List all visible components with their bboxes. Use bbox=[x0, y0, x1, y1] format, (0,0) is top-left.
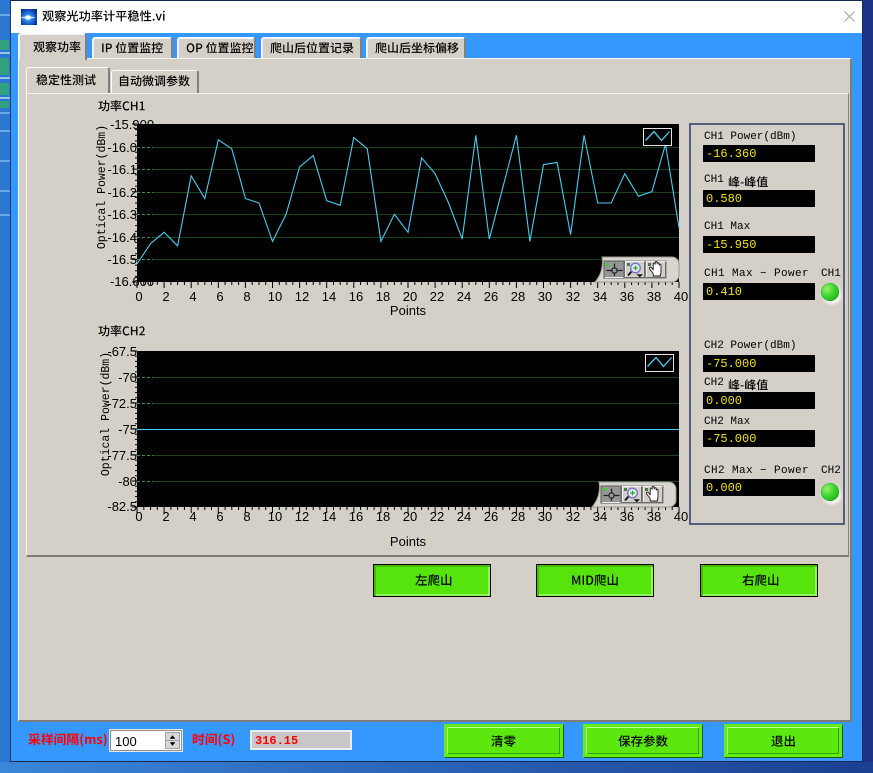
svg-text:6: 6 bbox=[216, 289, 223, 304]
svg-text:30: 30 bbox=[538, 289, 552, 304]
svg-text:34: 34 bbox=[593, 509, 607, 524]
svg-text:Optical Power(dBm): Optical Power(dBm) bbox=[100, 352, 113, 476]
svg-text:-16.600: -16.600 bbox=[110, 274, 154, 289]
svg-text:2: 2 bbox=[162, 289, 169, 304]
svg-text:-16.3: -16.3 bbox=[107, 207, 137, 222]
svg-text:20: 20 bbox=[403, 509, 417, 524]
svg-text:12: 12 bbox=[295, 289, 309, 304]
svg-text:36: 36 bbox=[620, 289, 634, 304]
svg-text:18: 18 bbox=[376, 509, 390, 524]
svg-text:26: 26 bbox=[484, 289, 498, 304]
svg-text:38: 38 bbox=[647, 289, 661, 304]
svg-text:Points: Points bbox=[390, 534, 427, 549]
svg-text:10: 10 bbox=[268, 289, 282, 304]
svg-text:32: 32 bbox=[566, 509, 580, 524]
svg-text:-16.2: -16.2 bbox=[107, 185, 137, 200]
svg-text:8: 8 bbox=[243, 289, 250, 304]
svg-text:0: 0 bbox=[135, 509, 142, 524]
svg-text:6: 6 bbox=[216, 509, 223, 524]
svg-text:14: 14 bbox=[322, 509, 336, 524]
svg-text:10: 10 bbox=[268, 509, 282, 524]
svg-text:22: 22 bbox=[430, 289, 444, 304]
svg-text:28: 28 bbox=[511, 289, 525, 304]
svg-text:-16.0: -16.0 bbox=[107, 140, 137, 155]
svg-text:-80: -80 bbox=[118, 474, 137, 489]
svg-text:16: 16 bbox=[349, 289, 363, 304]
svg-text:24: 24 bbox=[457, 289, 471, 304]
svg-text:12: 12 bbox=[295, 509, 309, 524]
svg-text:4: 4 bbox=[189, 289, 196, 304]
svg-text:18: 18 bbox=[376, 289, 390, 304]
svg-text:4: 4 bbox=[189, 509, 196, 524]
svg-text:40: 40 bbox=[674, 509, 688, 524]
svg-text:8: 8 bbox=[243, 509, 250, 524]
svg-text:22: 22 bbox=[430, 509, 444, 524]
svg-text:28: 28 bbox=[511, 509, 525, 524]
svg-text:26: 26 bbox=[484, 509, 498, 524]
svg-text:-15.900: -15.900 bbox=[110, 117, 154, 132]
svg-text:-82.5: -82.5 bbox=[107, 499, 137, 514]
svg-text:20: 20 bbox=[403, 289, 417, 304]
svg-text:-16.1: -16.1 bbox=[107, 162, 137, 177]
svg-text:2: 2 bbox=[162, 509, 169, 524]
svg-text:Optical Power(dBm): Optical Power(dBm) bbox=[96, 125, 109, 249]
svg-text:0: 0 bbox=[135, 289, 142, 304]
svg-text:30: 30 bbox=[538, 509, 552, 524]
svg-text:16: 16 bbox=[349, 509, 363, 524]
svg-text:-16.5: -16.5 bbox=[107, 252, 137, 267]
svg-text:Points: Points bbox=[390, 303, 427, 318]
svg-text:36: 36 bbox=[620, 509, 634, 524]
svg-text:40: 40 bbox=[674, 289, 688, 304]
svg-text:-16.4: -16.4 bbox=[107, 230, 137, 245]
svg-text:24: 24 bbox=[457, 509, 471, 524]
svg-text:14: 14 bbox=[322, 289, 336, 304]
svg-text:32: 32 bbox=[566, 289, 580, 304]
svg-text:-70: -70 bbox=[118, 370, 137, 385]
svg-text:38: 38 bbox=[647, 509, 661, 524]
svg-text:-75: -75 bbox=[118, 422, 137, 437]
svg-text:34: 34 bbox=[593, 289, 607, 304]
